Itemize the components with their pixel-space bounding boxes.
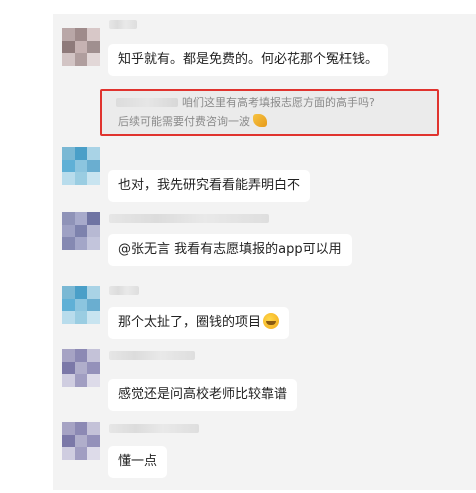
quoted-message-highlight[interactable]: 咱们这里有高考填报志愿方面的高手吗? 后续可能需要付费咨询一波: [100, 89, 439, 136]
raised-hands-emoji-icon: [253, 114, 267, 127]
message-text: 也对，我先研究看看能弄明白不: [118, 178, 301, 193]
chat-panel: 知乎就有。都是免费的。何必花那个冤枉钱。 咱们这里有高考填报志愿方面的高手吗? …: [53, 14, 476, 490]
message-bubble[interactable]: 那个太扯了，圈钱的项目: [108, 307, 290, 339]
avatar[interactable]: [62, 212, 100, 250]
message-text: 感觉还是问高校老师比较靠谱: [118, 387, 288, 402]
sender-name-blurred: [109, 286, 139, 295]
avatar[interactable]: [62, 147, 100, 185]
avatar[interactable]: [62, 422, 100, 460]
sender-name-blurred: [109, 351, 195, 360]
message-text: @张无言 我看有志愿填报的app可以用: [118, 242, 342, 257]
message-bubble[interactable]: 感觉还是问高校老师比较靠谱: [108, 379, 298, 411]
sender-name-blurred: [109, 424, 199, 433]
message-text: 懂一点: [118, 454, 158, 469]
message-bubble[interactable]: 懂一点: [108, 446, 168, 478]
avatar[interactable]: [62, 286, 100, 324]
avatar[interactable]: [62, 349, 100, 387]
sender-name-blurred: [109, 20, 137, 29]
quoted-text-line2: 后续可能需要付费咨询一波: [118, 113, 267, 129]
avatar[interactable]: [62, 28, 100, 66]
message-bubble[interactable]: @张无言 我看有志愿填报的app可以用: [108, 234, 352, 266]
sender-name-blurred: [109, 214, 269, 223]
message-text: 那个太扯了，圈钱的项目: [118, 315, 262, 330]
crying-laughing-emoji-icon: [263, 313, 280, 329]
message-text: 知乎就有。都是免费的。何必花那个冤枉钱。: [118, 52, 379, 67]
message-bubble[interactable]: 知乎就有。都是免费的。何必花那个冤枉钱。: [108, 44, 389, 76]
quoted-text-line1: 咱们这里有高考填报志愿方面的高手吗?: [182, 96, 375, 109]
quoted-sender-blurred: [116, 98, 178, 107]
message-bubble[interactable]: 也对，我先研究看看能弄明白不: [108, 170, 311, 202]
